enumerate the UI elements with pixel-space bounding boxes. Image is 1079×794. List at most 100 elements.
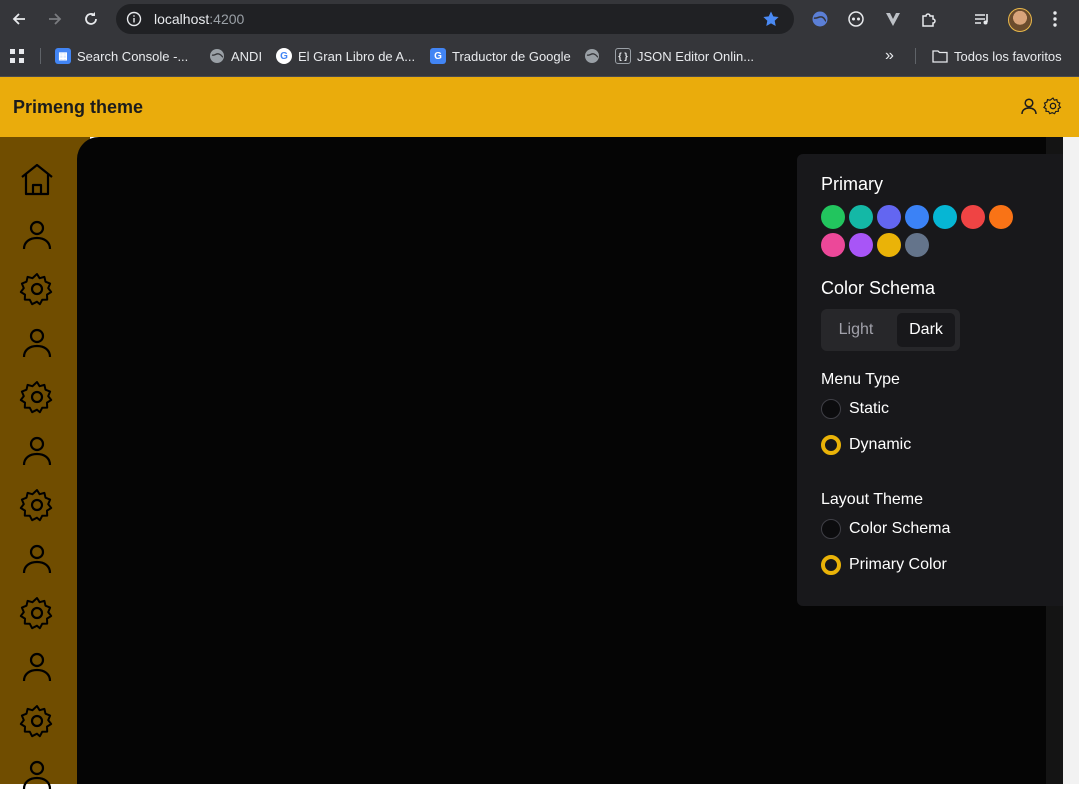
gear-icon	[19, 597, 53, 630]
sidebar-item-6[interactable]	[18, 486, 56, 524]
media-queue-icon[interactable]	[972, 9, 992, 29]
all-bookmarks-label: Todos los favoritos	[954, 48, 1062, 64]
page-edge	[1063, 137, 1079, 784]
color-swatch[interactable]	[849, 205, 873, 229]
sidebar-item-11[interactable]	[18, 756, 56, 794]
sidebar-item-4[interactable]	[18, 378, 56, 416]
bookmarks-overflow-button[interactable]: »	[885, 47, 894, 65]
star-icon[interactable]	[762, 10, 780, 28]
color-swatch[interactable]	[877, 233, 901, 257]
color-swatch[interactable]	[961, 205, 985, 229]
arrow-left-icon	[12, 13, 25, 25]
bookmark-json-editor[interactable]: { } JSON Editor Onlin...	[615, 47, 754, 65]
all-bookmarks-folder[interactable]: Todos los favoritos	[932, 47, 1062, 65]
info-icon[interactable]	[126, 11, 142, 27]
page-title: Primeng theme	[13, 97, 144, 117]
bookmark-label: Traductor de Google	[452, 48, 571, 64]
reload-icon	[85, 12, 97, 25]
primary-title: Primary	[821, 174, 883, 194]
sidebar-item-1[interactable]	[18, 216, 56, 254]
bookmark-traductor[interactable]: G Traductor de Google	[430, 47, 571, 65]
globe-icon	[585, 49, 599, 63]
json-icon: { }	[615, 48, 631, 64]
user-button[interactable]	[1019, 96, 1039, 116]
sidebar-item-5[interactable]	[18, 432, 56, 470]
extension-globe-icon[interactable]	[810, 9, 830, 29]
bookmarks-divider	[915, 48, 916, 64]
radio-label: Primary Color	[849, 556, 947, 573]
arrow-right-icon	[49, 13, 62, 25]
reload-button[interactable]	[79, 7, 103, 31]
user-icon	[1021, 98, 1037, 115]
gear-icon	[19, 489, 53, 522]
extension-mask-icon[interactable]	[846, 9, 866, 29]
overflow-chevron-icon: »	[885, 47, 894, 64]
more-menu-icon[interactable]	[1045, 9, 1065, 29]
sidebar-item-7[interactable]	[18, 540, 56, 578]
settings-button[interactable]	[1043, 96, 1063, 116]
sidebar-item-2[interactable]	[18, 270, 56, 308]
radio-label: Color Schema	[849, 520, 951, 537]
radio-dynamic[interactable]	[821, 435, 841, 455]
radio-color-schema[interactable]	[821, 519, 841, 539]
radio-primary-color[interactable]	[821, 555, 841, 575]
radio-label: Dynamic	[849, 436, 912, 453]
user-icon	[22, 220, 52, 250]
profile-avatar[interactable]	[1008, 8, 1032, 32]
app-header: Primeng theme	[0, 77, 1079, 137]
forward-button[interactable]	[43, 7, 67, 31]
browser-toolbar: localhost:4200	[0, 0, 1079, 37]
url-port: :4200	[209, 11, 245, 27]
layout-theme-title: Layout Theme	[821, 491, 923, 508]
gear-icon	[19, 705, 53, 738]
color-swatch[interactable]	[933, 205, 957, 229]
extension-vuetify-icon[interactable]	[883, 9, 903, 29]
schema-light-button[interactable]: Light	[825, 313, 887, 347]
search-console-icon: ▦	[55, 48, 71, 64]
color-swatch[interactable]	[877, 205, 901, 229]
theme-config-panel: Primary Color Schema Light Dark Menu Typ…	[797, 154, 1063, 606]
bookmark-label: JSON Editor Onlin...	[637, 48, 755, 64]
bookmark-label: Search Console -...	[77, 48, 189, 64]
sidebar-item-0[interactable]	[18, 162, 56, 200]
address-bar[interactable]: localhost:4200	[116, 4, 794, 34]
color-swatch[interactable]	[905, 233, 929, 257]
bookmark-globe[interactable]	[584, 47, 600, 65]
sidebar-item-9[interactable]	[18, 648, 56, 686]
folder-icon	[932, 50, 948, 63]
layout-theme-primary-color-option[interactable]: Primary Color	[821, 555, 947, 575]
bookmarks-bar: ▦ Search Console -... ANDI G El Gran Lib…	[0, 37, 1079, 77]
color-swatch[interactable]	[989, 205, 1013, 229]
url-text: localhost:4200	[154, 11, 244, 27]
color-swatch[interactable]	[849, 233, 873, 257]
sidebar-item-10[interactable]	[18, 702, 56, 740]
user-icon	[22, 436, 52, 466]
extensions-puzzle-icon[interactable]	[919, 9, 939, 29]
user-icon	[22, 760, 52, 790]
bookmark-label: ANDI	[231, 48, 263, 64]
color-schema-toggle: Light Dark	[821, 309, 960, 351]
apps-grid-icon[interactable]	[9, 47, 25, 65]
bookmarks-divider	[40, 48, 41, 64]
color-swatch[interactable]	[821, 205, 845, 229]
url-host: localhost	[154, 11, 210, 27]
bookmark-label: El Gran Libro de A...	[298, 48, 416, 64]
color-swatch[interactable]	[821, 233, 845, 257]
sidebar-item-8[interactable]	[18, 594, 56, 632]
home-icon	[21, 163, 53, 196]
menu-type-dynamic-option[interactable]: Dynamic	[821, 435, 911, 455]
color-swatch[interactable]	[905, 205, 929, 229]
google-icon: G	[276, 48, 292, 64]
schema-dark-button[interactable]: Dark	[897, 313, 955, 347]
bookmark-gran-libro[interactable]: G El Gran Libro de A...	[276, 47, 415, 65]
user-icon	[22, 328, 52, 358]
bookmark-andi[interactable]: ANDI	[209, 47, 262, 65]
radio-static[interactable]	[821, 399, 841, 419]
user-icon	[22, 652, 52, 682]
menu-type-static-option[interactable]: Static	[821, 399, 889, 419]
sidebar-item-3[interactable]	[18, 324, 56, 362]
layout-theme-color-schema-option[interactable]: Color Schema	[821, 519, 950, 539]
menu-type-title: Menu Type	[821, 371, 900, 388]
back-button[interactable]	[7, 7, 31, 31]
bookmark-search-console[interactable]: ▦ Search Console -...	[55, 47, 188, 65]
